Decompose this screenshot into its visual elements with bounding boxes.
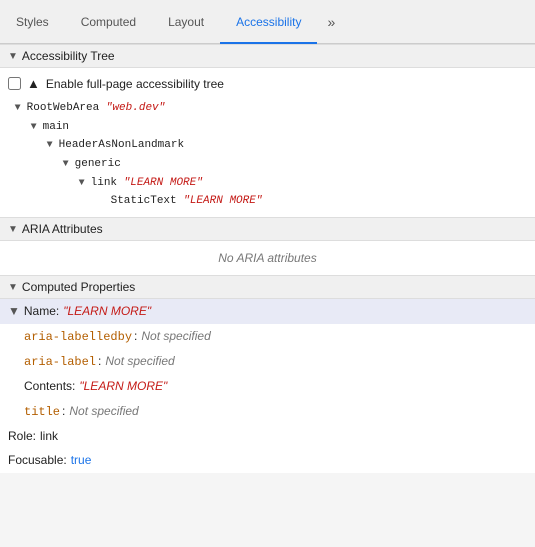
computed-properties-arrow: ▼ <box>8 282 18 293</box>
computed-row-contents: Contents: "LEARN MORE" <box>0 374 535 398</box>
tab-more-button[interactable]: » <box>317 0 345 43</box>
computed-focusable-value: true <box>71 450 92 470</box>
computed-properties-label: Computed Properties <box>22 280 135 294</box>
computed-row-name[interactable]: ▼ Name: "LEARN MORE" <box>0 299 535 323</box>
tab-layout[interactable]: Layout <box>152 1 220 44</box>
tree-arrow-link: ▼ <box>79 178 91 189</box>
computed-focusable-label: Focusable: <box>8 450 67 470</box>
accessibility-tree-arrow: ▼ <box>8 51 18 62</box>
tree-node-generic[interactable]: ▼ generic <box>8 155 527 174</box>
tree-node-rootwebarea[interactable]: ▼ RootWebArea "web.dev" <box>8 99 527 118</box>
computed-role-label: Role: <box>8 426 36 446</box>
accessibility-tree-label: Accessibility Tree <box>22 49 115 63</box>
enable-full-page-label: Enable full-page accessibility tree <box>46 77 224 91</box>
aria-attributes-header[interactable]: ▼ ARIA Attributes <box>0 217 535 241</box>
warning-icon: ▲ <box>27 76 40 91</box>
accessibility-tree-content: ▲ Enable full-page accessibility tree ▼ … <box>0 68 535 217</box>
tab-styles-label: Styles <box>16 15 49 29</box>
tree-arrow-main: ▼ <box>31 122 43 133</box>
tree-node-statictext[interactable]: StaticText "LEARN MORE" <box>8 192 527 211</box>
enable-full-page-row: ▲ Enable full-page accessibility tree <box>8 74 527 93</box>
tab-bar: Styles Computed Layout Accessibility » <box>0 0 535 44</box>
computed-contents-value: "LEARN MORE" <box>79 376 167 396</box>
accessibility-tree-header[interactable]: ▼ Accessibility Tree <box>0 44 535 68</box>
computed-name-label: Name: <box>24 301 59 321</box>
aria-attributes-content: No ARIA attributes <box>0 241 535 275</box>
aria-empty-message: No ARIA attributes <box>0 241 535 275</box>
tree-node-link[interactable]: ▼ link "LEARN MORE" <box>8 174 527 193</box>
computed-prop-aria-label: aria-label <box>24 352 96 372</box>
tab-accessibility-label: Accessibility <box>236 15 301 29</box>
enable-full-page-checkbox[interactable] <box>8 77 21 90</box>
computed-role-value: link <box>40 426 58 446</box>
computed-value-aria-labelledby: Not specified <box>141 326 210 346</box>
computed-row-aria-labelledby: aria-labelledby : Not specified <box>0 324 535 349</box>
computed-properties-content: ▼ Name: "LEARN MORE" aria-labelledby : N… <box>0 299 535 473</box>
computed-value-title: Not specified <box>69 401 138 421</box>
tree-node-headerasnonlandmark[interactable]: ▼ HeaderAsNonLandmark <box>8 136 527 155</box>
computed-row-title: title : Not specified <box>0 399 535 424</box>
computed-row-role: Role: link <box>0 424 535 448</box>
computed-row-focusable: Focusable: true <box>0 448 535 472</box>
tree-arrow-generic: ▼ <box>63 159 75 170</box>
tab-more-icon: » <box>327 14 335 30</box>
tab-styles[interactable]: Styles <box>0 1 65 44</box>
computed-row-aria-label: aria-label : Not specified <box>0 349 535 374</box>
computed-prop-title: title <box>24 402 60 422</box>
computed-value-aria-label: Not specified <box>105 351 174 371</box>
aria-attributes-label: ARIA Attributes <box>22 222 103 236</box>
tab-layout-label: Layout <box>168 15 204 29</box>
computed-name-value: "LEARN MORE" <box>63 301 151 321</box>
aria-attributes-arrow: ▼ <box>8 224 18 235</box>
computed-contents-label: Contents: <box>24 376 75 396</box>
computed-properties-header[interactable]: ▼ Computed Properties <box>0 275 535 299</box>
tab-computed[interactable]: Computed <box>65 1 152 44</box>
tab-accessibility[interactable]: Accessibility <box>220 1 317 44</box>
tab-computed-label: Computed <box>81 15 136 29</box>
tree-node-main[interactable]: ▼ main <box>8 118 527 137</box>
tree-arrow-rootwebarea: ▼ <box>15 103 27 114</box>
computed-prop-aria-labelledby: aria-labelledby <box>24 327 132 347</box>
computed-name-arrow: ▼ <box>8 301 20 321</box>
tree-arrow-headerasnonlandmark: ▼ <box>47 140 59 151</box>
